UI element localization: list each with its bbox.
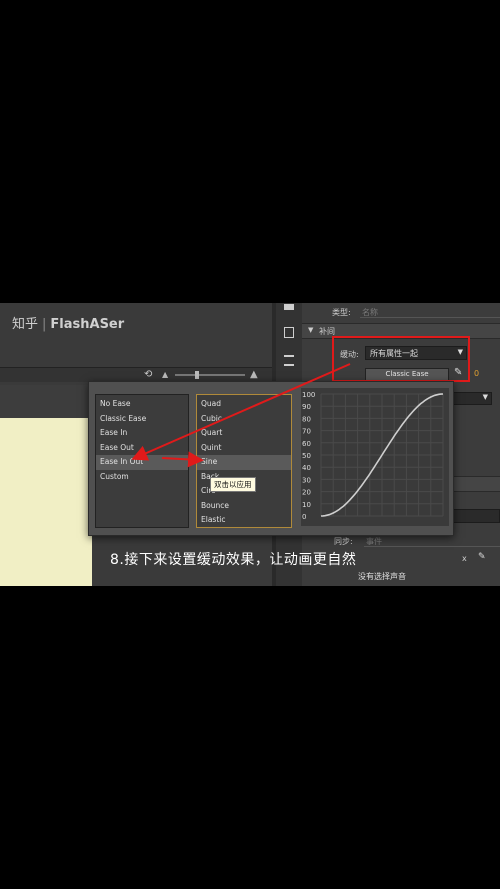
arrow-to-ease-in-out (131, 363, 351, 461)
screenshot-frame: 知乎 | FlashASer ⟲ ▲ ▲ 类型: 名称 ▼ 补间 缓动: 所有属性一… (0, 303, 500, 586)
arrow-to-sine (161, 451, 204, 468)
annotation-arrows (131, 363, 351, 468)
tutorial-caption: 8.接下来设置缓动效果，让动画更自然 (110, 552, 357, 568)
